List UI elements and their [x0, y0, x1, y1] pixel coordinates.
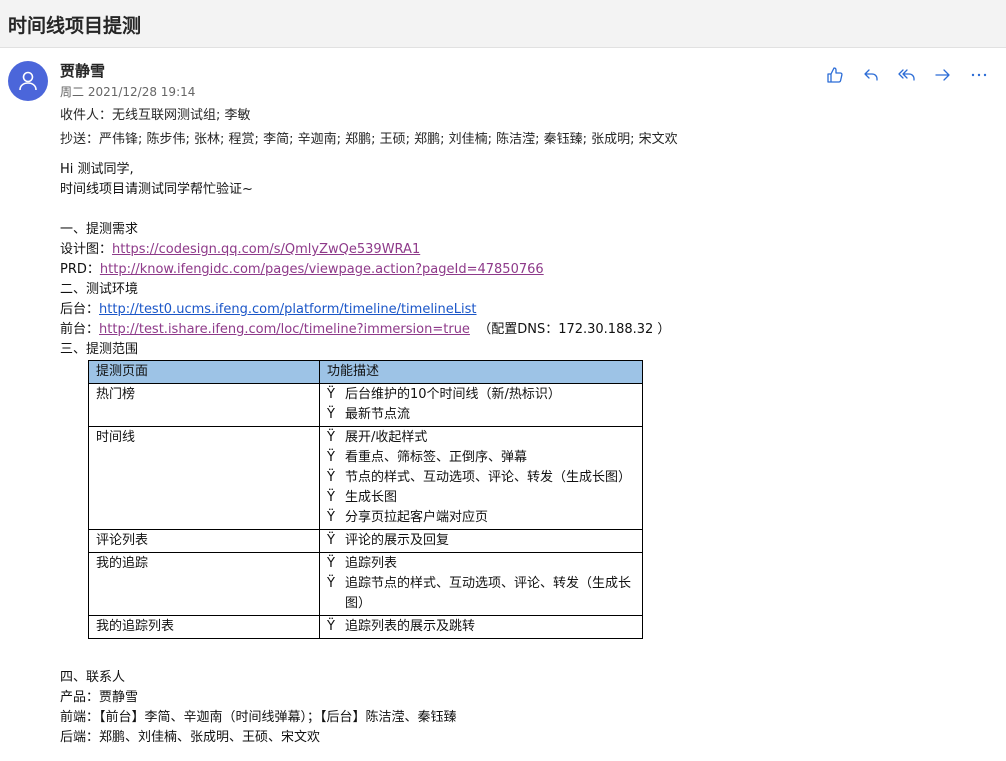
- feature-cell: Ÿ 追踪列表 Ÿ 追踪节点的样式、互动选项、评论、转发（生成长图）: [319, 552, 643, 616]
- feature-text: 最新节点流: [345, 407, 411, 422]
- to-recipients[interactable]: 无线互联网测试组; 李敏: [112, 108, 251, 123]
- bullet-mark: Ÿ: [327, 450, 335, 465]
- feature-text: 后台维护的10个时间线（新/热标识）: [345, 387, 561, 402]
- feature-cell: Ÿ 展开/收起样式 Ÿ 看重点、筛标签、正倒序、弹幕 Ÿ 节点的样式、互动选项、评论、转发…: [319, 426, 643, 530]
- bullet-mark: Ÿ: [327, 407, 335, 422]
- list-item: Ÿ 分享页拉起客户端对应页: [327, 508, 635, 528]
- table-row: 评论列表 Ÿ 评论的展示及回复: [88, 529, 643, 553]
- forward-button[interactable]: [932, 64, 954, 86]
- prd-line: PRD：http://know.ifengidc.com/pages/viewp…: [60, 260, 980, 280]
- scope-table: 提测页面 功能描述 热门榜 Ÿ 后台维护的10个时间线（新/热标识） Ÿ 最新节点流 时间…: [88, 360, 643, 639]
- list-item: Ÿ 评论的展示及回复: [327, 531, 635, 551]
- feature-cell: Ÿ 后台维护的10个时间线（新/热标识） Ÿ 最新节点流: [319, 383, 643, 427]
- prd-link[interactable]: http://know.ifengidc.com/pages/viewpage.…: [100, 262, 544, 277]
- list-item: Ÿ 追踪列表的展示及跳转: [327, 617, 635, 637]
- sender-avatar[interactable]: [8, 61, 48, 101]
- feature-text: 分享页拉起客户端对应页: [345, 510, 489, 525]
- table-header-row: 提测页面 功能描述: [88, 360, 643, 384]
- sender-name[interactable]: 贾静雪: [60, 60, 105, 81]
- design-link[interactable]: https://codesign.qq.com/s/QmlyZwQe539WRA…: [112, 242, 420, 257]
- dns-note: （配置DNS：172.30.188.32 ）: [478, 322, 671, 337]
- list-item: Ÿ 后台维护的10个时间线（新/热标识）: [327, 385, 635, 405]
- section-heading: 一、提测需求: [60, 222, 139, 237]
- feature-text: 节点的样式、互动选项、评论、转发（生成长图）: [345, 470, 632, 485]
- feature-text: 看重点、筛标签、正倒序、弹幕: [345, 450, 528, 465]
- message-actions: [824, 64, 990, 86]
- feature-text: 追踪列表: [345, 556, 398, 571]
- contact-frontend: 前端：【前台】李简、辛迦南（时间线弹幕）；【后台】陈洁滢、秦钰臻: [60, 710, 457, 725]
- page-cell: 评论列表: [88, 529, 320, 553]
- feature-text: 生成长图: [345, 490, 398, 505]
- feature-cell: Ÿ 评论的展示及回复: [319, 529, 643, 553]
- reply-button[interactable]: [860, 64, 882, 86]
- reply-all-button[interactable]: [896, 64, 918, 86]
- page-cell: 热门榜: [88, 383, 320, 427]
- design-label: 设计图：: [60, 242, 113, 257]
- table-row: 我的追踪 Ÿ 追踪列表 Ÿ 追踪节点的样式、互动选项、评论、转发（生成长图）: [88, 552, 643, 616]
- list-item: Ÿ 节点的样式、互动选项、评论、转发（生成长图）: [327, 468, 635, 488]
- page-cell: 我的追踪列表: [88, 615, 320, 639]
- bullet-mark: Ÿ: [327, 619, 335, 634]
- feature-text: 追踪节点的样式、互动选项、评论、转发（生成长图）: [345, 576, 632, 611]
- section-heading: 四、联系人: [60, 670, 126, 685]
- to-label: 收件人：: [60, 108, 113, 123]
- cc-line: 抄送：严伟锋; 陈步伟; 张林; 程赏; 李简; 辛迦南; 郑鹏; 王硕; 郑鹏…: [60, 128, 678, 147]
- list-item: Ÿ 展开/收起样式: [327, 428, 635, 448]
- list-item: Ÿ 追踪列表: [327, 554, 635, 574]
- intro-text: 时间线项目请测试同学帮忙验证~: [60, 182, 253, 197]
- like-button[interactable]: [824, 64, 846, 86]
- email-subject: 时间线项目提测: [8, 15, 142, 37]
- table-row: 时间线 Ÿ 展开/收起样式 Ÿ 看重点、筛标签、正倒序、弹幕 Ÿ 节点的样式、互动选项、评论…: [88, 426, 643, 530]
- subject-bar: 时间线项目提测: [0, 0, 1006, 48]
- email-body: Hi 测试同学, 时间线项目请测试同学帮忙验证~ 一、提测需求 设计图：http…: [60, 160, 980, 748]
- to-line: 收件人：无线互联网测试组; 李敏: [60, 104, 251, 123]
- table-row: 热门榜 Ÿ 后台维护的10个时间线（新/热标识） Ÿ 最新节点流: [88, 383, 643, 427]
- backend-link[interactable]: http://test0.ucms.ifeng.com/platform/tim…: [99, 302, 477, 317]
- backend-label: 后台：: [60, 302, 100, 317]
- contact-product: 产品：贾静雪: [60, 690, 139, 705]
- feature-cell: Ÿ 追踪列表的展示及跳转: [319, 615, 643, 639]
- like-icon: [827, 67, 843, 83]
- design-line: 设计图：https://codesign.qq.com/s/QmlyZwQe53…: [60, 240, 980, 260]
- section-heading: 三、提测范围: [60, 342, 139, 357]
- feature-text: 展开/收起样式: [345, 430, 428, 445]
- bullet-mark: Ÿ: [327, 556, 335, 571]
- frontend-label: 前台：: [60, 322, 100, 337]
- bullet-mark: Ÿ: [327, 576, 335, 591]
- table-row: 我的追踪列表 Ÿ 追踪列表的展示及跳转: [88, 615, 643, 639]
- table-header: 提测页面: [88, 360, 320, 384]
- list-item: Ÿ 生成长图: [327, 488, 635, 508]
- bullet-mark: Ÿ: [327, 430, 335, 445]
- reply-icon: [864, 69, 878, 81]
- table-header: 功能描述: [319, 360, 643, 384]
- page-cell: 时间线: [88, 426, 320, 530]
- more-button[interactable]: [968, 64, 990, 86]
- section-heading: 二、测试环境: [60, 282, 139, 297]
- cc-recipients[interactable]: 严伟锋; 陈步伟; 张林; 程赏; 李简; 辛迦南; 郑鹏; 王硕; 郑鹏; 刘…: [99, 132, 678, 147]
- bullet-mark: Ÿ: [327, 387, 335, 402]
- prd-label: PRD：: [60, 262, 100, 277]
- person-icon: [19, 71, 37, 91]
- feature-text: 追踪列表的展示及跳转: [345, 619, 476, 634]
- greeting: Hi 测试同学,: [60, 162, 134, 177]
- frontend-line: 前台：http://test.ishare.ifeng.com/loc/time…: [60, 320, 980, 340]
- sent-date: 周二 2021/12/28 19:14: [60, 85, 196, 99]
- page-cell: 我的追踪: [88, 552, 320, 616]
- bullet-mark: Ÿ: [327, 510, 335, 525]
- frontend-link[interactable]: http://test.ishare.ifeng.com/loc/timelin…: [99, 322, 470, 337]
- more-icon: [971, 73, 987, 77]
- contact-backend: 后端：郑鹏、刘佳楠、张成明、王硕、宋文欢: [60, 730, 321, 745]
- list-item: Ÿ 追踪节点的样式、互动选项、评论、转发（生成长图）: [327, 574, 635, 614]
- list-item: Ÿ 最新节点流: [327, 405, 635, 425]
- reply-all-icon: [898, 69, 915, 81]
- cc-label: 抄送：: [60, 132, 100, 147]
- bullet-mark: Ÿ: [327, 533, 335, 548]
- list-item: Ÿ 看重点、筛标签、正倒序、弹幕: [327, 448, 635, 468]
- backend-line: 后台：http://test0.ucms.ifeng.com/platform/…: [60, 300, 980, 320]
- feature-text: 评论的展示及回复: [345, 533, 450, 548]
- bullet-mark: Ÿ: [327, 490, 335, 505]
- forward-icon: [935, 69, 950, 81]
- bullet-mark: Ÿ: [327, 470, 335, 485]
